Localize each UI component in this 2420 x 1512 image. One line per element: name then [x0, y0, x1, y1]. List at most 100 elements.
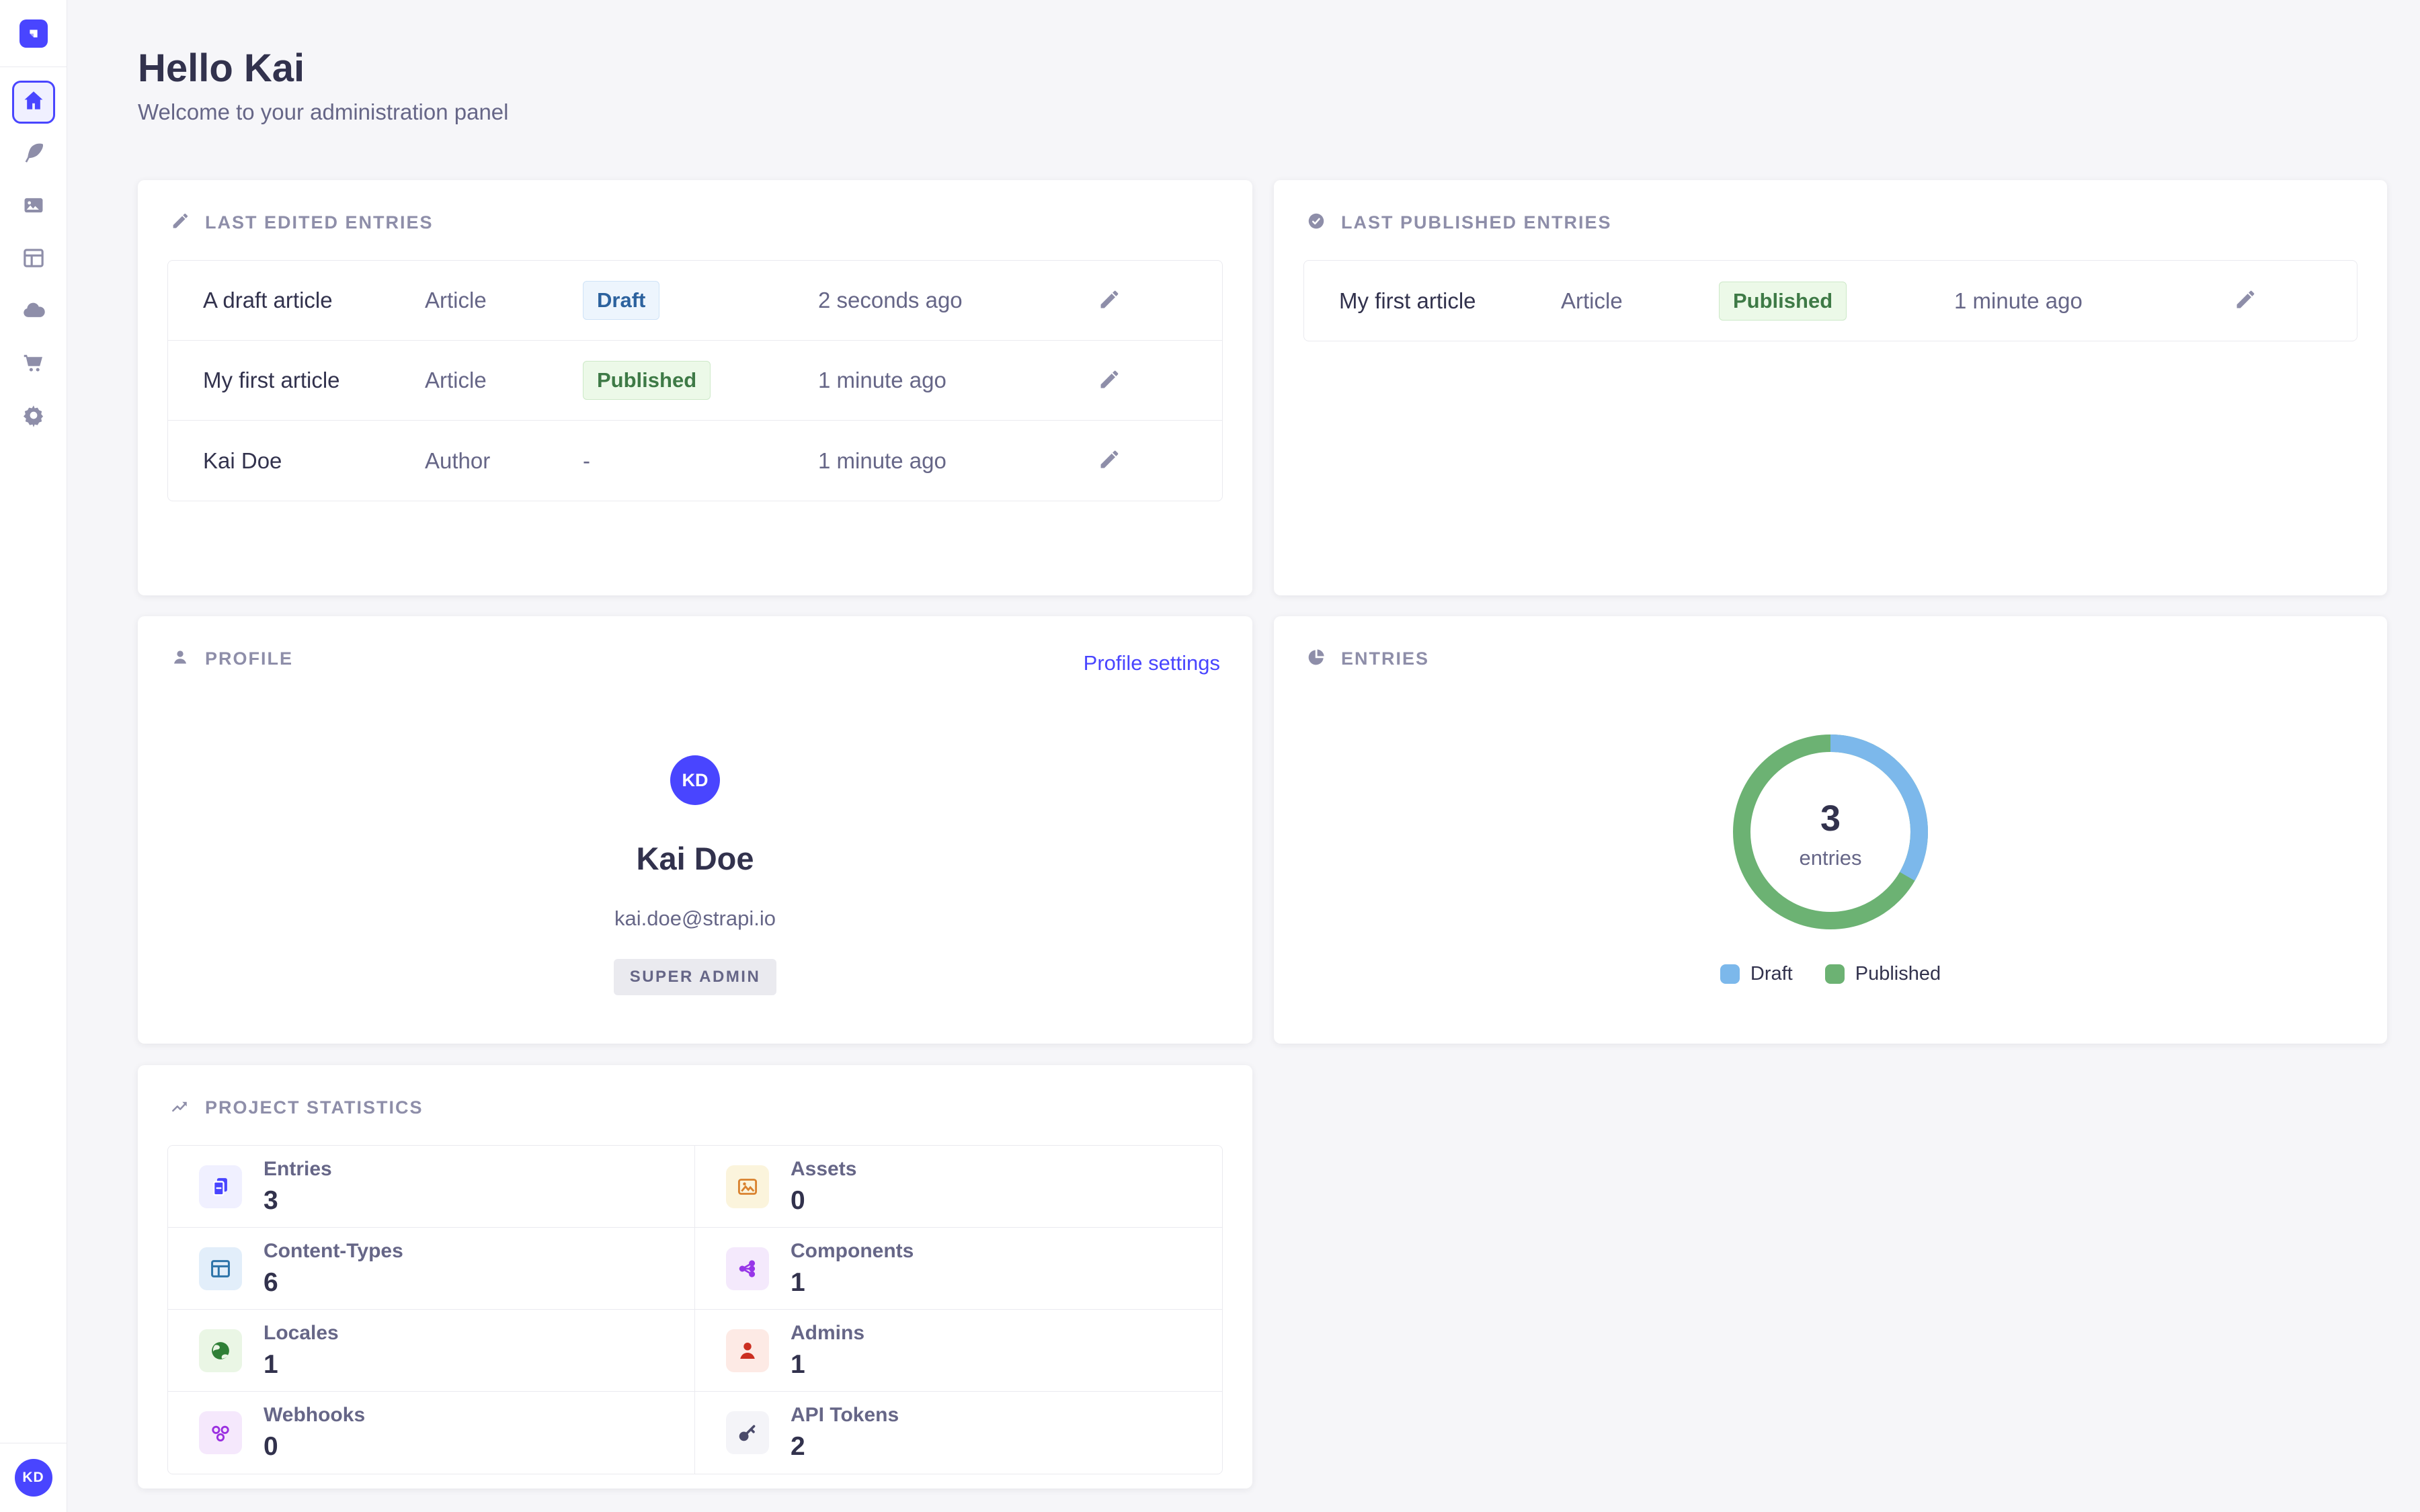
stat-label: Components	[791, 1240, 914, 1263]
table-row: Kai Doe Author - 1 minute ago	[168, 421, 1222, 501]
settings-icon	[21, 403, 46, 431]
stat-webhooks: Webhooks0	[168, 1392, 695, 1474]
entry-kind: Article	[425, 368, 583, 393]
home-icon	[21, 88, 46, 117]
table-row: A draft article Article Draft 2 seconds …	[168, 261, 1222, 341]
profile-settings-link[interactable]: Profile settings	[1084, 651, 1220, 675]
marketplace-icon	[21, 350, 46, 379]
sidebar-item-content-type-builder[interactable]	[12, 238, 55, 281]
edit-entry-button[interactable]	[2233, 288, 2257, 314]
edit-entry-button[interactable]	[1097, 448, 1121, 474]
user-icon	[170, 647, 190, 671]
pie-chart-icon	[1306, 647, 1326, 671]
stat-label: API Tokens	[791, 1404, 899, 1427]
entries-icon	[199, 1165, 242, 1208]
edit-entry-button[interactable]	[1097, 368, 1121, 394]
stat-api-tokens: API Tokens2	[695, 1392, 1222, 1474]
sidebar-item-media-library[interactable]	[12, 185, 55, 228]
locales-icon	[199, 1329, 242, 1372]
table-row: My first article Article Published 1 min…	[1304, 261, 2357, 341]
entries-total-label: entries	[1799, 846, 1861, 870]
card-title: ENTRIES	[1341, 648, 1429, 669]
stat-content-types: Content-Types6	[168, 1228, 695, 1310]
trend-up-icon	[170, 1096, 190, 1120]
stats-grid: Entries3 Assets0 Content-Types6 Componen…	[167, 1145, 1223, 1474]
stat-value: 3	[264, 1186, 332, 1216]
status-badge: Draft	[583, 281, 659, 320]
sidebar-item-content-manager[interactable]	[12, 133, 55, 176]
sidebar: KD	[0, 0, 67, 1512]
entry-kind: Author	[425, 448, 583, 474]
profile-body: KD Kai Doe kai.doe@strapi.io SUPER ADMIN	[138, 755, 1252, 995]
legend-item-published: Published	[1825, 963, 1941, 985]
last-edited-entries-card: LAST EDITED ENTRIES A draft article Arti…	[138, 180, 1252, 595]
pencil-icon	[1097, 384, 1121, 394]
content-type-builder-icon	[21, 245, 46, 274]
stat-label: Admins	[791, 1322, 864, 1345]
card-header: LAST EDITED ENTRIES	[138, 180, 1252, 260]
entry-kind: Article	[425, 288, 583, 313]
stat-value: 0	[264, 1432, 365, 1462]
content-manager-icon	[21, 140, 46, 169]
status-badge: -	[583, 448, 590, 473]
status-badge: Published	[1719, 282, 1847, 321]
stat-components: Components 1	[695, 1228, 1222, 1310]
entries-donut-chart: 3 entries	[1723, 724, 1938, 943]
donut-center-label: 3 entries	[1723, 724, 1938, 943]
stat-locales: Locales 1	[168, 1310, 695, 1392]
sidebar-footer: KD	[0, 1443, 67, 1512]
stat-admins: Admins1	[695, 1310, 1222, 1392]
stat-label: Locales	[264, 1322, 339, 1345]
assets-icon	[726, 1165, 769, 1208]
sidebar-item-cloud[interactable]	[12, 290, 55, 333]
media-library-icon	[21, 193, 46, 222]
edit-entry-button[interactable]	[1097, 288, 1121, 314]
card-title: LAST EDITED ENTRIES	[205, 212, 434, 233]
entry-name: My first article	[203, 368, 425, 393]
card-title: PROJECT STATISTICS	[205, 1097, 424, 1118]
sidebar-nav	[0, 67, 67, 438]
sidebar-item-home[interactable]	[12, 81, 55, 124]
page-subtitle: Welcome to your administration panel	[138, 99, 509, 125]
strapi-logo-icon	[19, 19, 48, 48]
stat-label: Content-Types	[264, 1240, 403, 1263]
sidebar-item-settings[interactable]	[12, 395, 55, 438]
draft-swatch	[1720, 964, 1740, 984]
stat-value: 1	[264, 1350, 339, 1380]
user-avatar[interactable]: KD	[15, 1459, 52, 1497]
legend-item-draft: Draft	[1720, 963, 1793, 985]
content-types-icon	[199, 1247, 242, 1290]
admins-icon	[726, 1329, 769, 1372]
page-title: Hello Kai	[138, 46, 305, 91]
card-title: LAST PUBLISHED ENTRIES	[1341, 212, 1612, 233]
api-tokens-icon	[726, 1411, 769, 1454]
project-statistics-card: PROJECT STATISTICS Entries3 Assets0 Cont…	[138, 1065, 1252, 1488]
stat-assets: Assets0	[695, 1146, 1222, 1228]
profile-card: PROFILE Profile settings KD Kai Doe kai.…	[138, 616, 1252, 1044]
chart-legend: Draft Published	[1274, 963, 2387, 985]
last-published-table: My first article Article Published 1 min…	[1303, 260, 2357, 341]
stat-entries: Entries3	[168, 1146, 695, 1228]
pencil-icon	[1097, 464, 1121, 474]
entry-name: A draft article	[203, 288, 425, 313]
profile-avatar: KD	[670, 755, 720, 805]
card-header: ENTRIES	[1274, 616, 2387, 696]
components-icon	[726, 1247, 769, 1290]
check-circle-icon	[1306, 211, 1326, 235]
entry-kind: Article	[1561, 288, 1719, 314]
stat-value: 1	[791, 1268, 914, 1298]
pencil-icon	[170, 211, 190, 235]
entry-time: 1 minute ago	[818, 368, 1097, 393]
last-edited-table: A draft article Article Draft 2 seconds …	[167, 260, 1223, 501]
profile-name: Kai Doe	[637, 840, 754, 877]
card-title: PROFILE	[205, 648, 293, 669]
stat-value: 0	[791, 1186, 856, 1216]
legend-label: Published	[1855, 963, 1941, 985]
legend-label: Draft	[1750, 963, 1793, 985]
sidebar-logo-area	[0, 0, 67, 67]
entry-name: My first article	[1339, 288, 1561, 314]
card-header: LAST PUBLISHED ENTRIES	[1274, 180, 2387, 260]
card-header: PROJECT STATISTICS	[138, 1065, 1252, 1145]
profile-email: kai.doe@strapi.io	[614, 907, 776, 931]
sidebar-item-marketplace[interactable]	[12, 343, 55, 386]
